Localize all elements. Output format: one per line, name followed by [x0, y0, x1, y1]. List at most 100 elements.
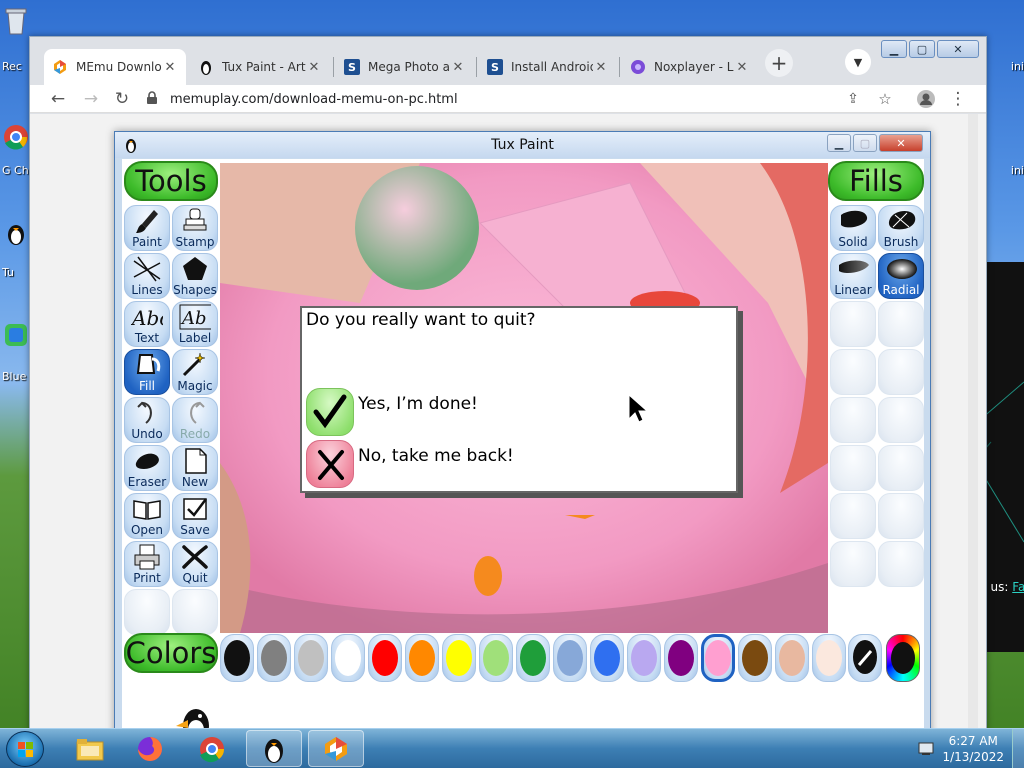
tab-megaphoto[interactable]: S Mega Photo ap ✕ [336, 49, 474, 85]
tab-search-button[interactable]: ▼ [845, 49, 871, 75]
new-tab-button[interactable]: + [765, 49, 793, 77]
color-swatch[interactable] [405, 634, 439, 682]
maximize-icon: ▢ [916, 42, 928, 56]
minimize-icon: ▁ [834, 136, 844, 150]
bookmark-button[interactable]: ☆ [874, 88, 896, 110]
window-title: Tux Paint [491, 137, 554, 153]
color-swatch[interactable] [812, 634, 846, 682]
tab-install-android[interactable]: S Install Android ✕ [479, 49, 617, 85]
color-swatch[interactable] [257, 634, 291, 682]
yes-quit-button[interactable] [306, 388, 354, 436]
tool-print-button[interactable]: Print [124, 541, 170, 587]
tab-title: Noxplayer - L' [654, 60, 734, 74]
color-swatch[interactable] [442, 634, 476, 682]
share-button[interactable]: ⇪ [842, 88, 864, 110]
fill-linear-button[interactable]: Linear [830, 253, 876, 299]
tool-magic-button[interactable]: Magic [172, 349, 218, 395]
close-tab-icon[interactable]: ✕ [450, 60, 466, 75]
color-swatch[interactable] [516, 634, 550, 682]
pentagon-icon [179, 254, 211, 284]
tux-desktop-icon[interactable] [0, 216, 32, 250]
show-desktop-button[interactable] [1012, 729, 1024, 768]
tool-lines-button[interactable]: Lines [124, 253, 170, 299]
tool-redo-button[interactable]: Redo [172, 397, 218, 443]
taskbar-tuxpaint[interactable] [246, 730, 302, 767]
rainbow-color-button[interactable] [886, 634, 920, 682]
address-bar[interactable]: memuplay.com/download-memu-on-pc.html [146, 85, 896, 113]
start-button[interactable] [6, 731, 44, 767]
tool-paint-button[interactable]: Paint [124, 205, 170, 251]
tool-label: Shapes [173, 283, 217, 297]
color-dot [446, 640, 472, 676]
minimize-button[interactable]: ▁ [881, 40, 907, 58]
color-swatch[interactable] [368, 634, 402, 682]
close-tab-icon[interactable]: ✕ [306, 60, 322, 75]
taskbar-chrome[interactable] [184, 730, 240, 767]
tool-text-button[interactable]: AbcText [124, 301, 170, 347]
s-icon: S [344, 59, 360, 75]
color-swatch[interactable] [590, 634, 624, 682]
system-clock[interactable]: 6:27 AM 1/13/2022 [942, 733, 1004, 765]
recycle-bin-icon[interactable] [0, 4, 32, 38]
bluestacks-desktop-icon[interactable] [0, 318, 32, 352]
no-cancel-button[interactable] [306, 440, 354, 488]
quit-icon [179, 542, 211, 572]
color-swatch[interactable] [775, 634, 809, 682]
s-icon: S [487, 59, 503, 75]
color-swatch[interactable] [627, 634, 661, 682]
close-tab-icon[interactable]: ✕ [734, 60, 750, 75]
back-button[interactable]: ← [47, 88, 69, 110]
tux-minimize-button[interactable]: ▁ [827, 134, 851, 152]
forward-button[interactable]: → [80, 88, 102, 110]
chrome-desktop-icon[interactable] [0, 120, 32, 154]
profile-button[interactable] [915, 88, 937, 110]
scrollbar[interactable] [968, 114, 978, 736]
tux-maximize-button[interactable]: ▢ [853, 134, 877, 152]
menu-button[interactable]: ⋮ [947, 88, 969, 110]
color-swatch[interactable] [220, 634, 254, 682]
fill-label: Linear [834, 283, 872, 297]
close-tab-icon[interactable]: ✕ [593, 60, 609, 75]
taskbar-memu[interactable] [308, 730, 364, 767]
tool-fill-button[interactable]: Fill [124, 349, 170, 395]
fill-label: Solid [838, 235, 868, 249]
tool-label-button[interactable]: Ab Label [172, 301, 218, 347]
close-tab-icon[interactable]: ✕ [162, 60, 178, 75]
color-swatch[interactable] [738, 634, 772, 682]
color-swatch[interactable] [701, 634, 735, 682]
tab-separator [619, 57, 620, 77]
tool-eraser-button[interactable]: Eraser [124, 445, 170, 491]
tool-undo-button[interactable]: Undo [124, 397, 170, 443]
tool-label: Stamp [175, 235, 215, 249]
tool-shapes-button[interactable]: Shapes [172, 253, 218, 299]
tab-noxplayer[interactable]: Noxplayer - L' ✕ [622, 49, 758, 85]
folder-icon [76, 738, 104, 760]
color-swatch[interactable] [553, 634, 587, 682]
tool-new-button[interactable]: New [172, 445, 218, 491]
tab-separator [333, 57, 334, 77]
tool-quit-button[interactable]: Quit [172, 541, 218, 587]
fill-brush-button[interactable]: Brush [878, 205, 924, 251]
tux-close-button[interactable]: ✕ [879, 134, 923, 152]
reload-button[interactable]: ↻ [111, 88, 133, 110]
fill-radial-button[interactable]: Radial [878, 253, 924, 299]
color-swatch[interactable] [294, 634, 328, 682]
close-window-button[interactable]: ✕ [937, 40, 979, 58]
fill-solid-button[interactable]: Solid [830, 205, 876, 251]
tab-tuxpaint[interactable]: Tux Paint - Art ✕ [190, 49, 330, 85]
tool-open-button[interactable]: Open [124, 493, 170, 539]
maximize-button[interactable]: ▢ [909, 40, 935, 58]
tool-stamp-button[interactable]: Stamp [172, 205, 218, 251]
tray-network-icon[interactable] [918, 740, 936, 756]
color-swatch[interactable] [664, 634, 698, 682]
color-picker-button[interactable] [848, 634, 882, 682]
taskbar-file-explorer[interactable] [62, 730, 118, 767]
x-mark-icon [318, 450, 344, 480]
contact-link[interactable]: Fa [1012, 580, 1024, 594]
tool-save-button[interactable]: Save [172, 493, 218, 539]
quit-question: Do you really want to quit? [306, 310, 536, 330]
color-swatch[interactable] [479, 634, 513, 682]
tab-memu[interactable]: MEmu Downlo ✕ [44, 49, 186, 85]
color-swatch[interactable] [331, 634, 365, 682]
taskbar-firefox[interactable] [122, 730, 178, 767]
